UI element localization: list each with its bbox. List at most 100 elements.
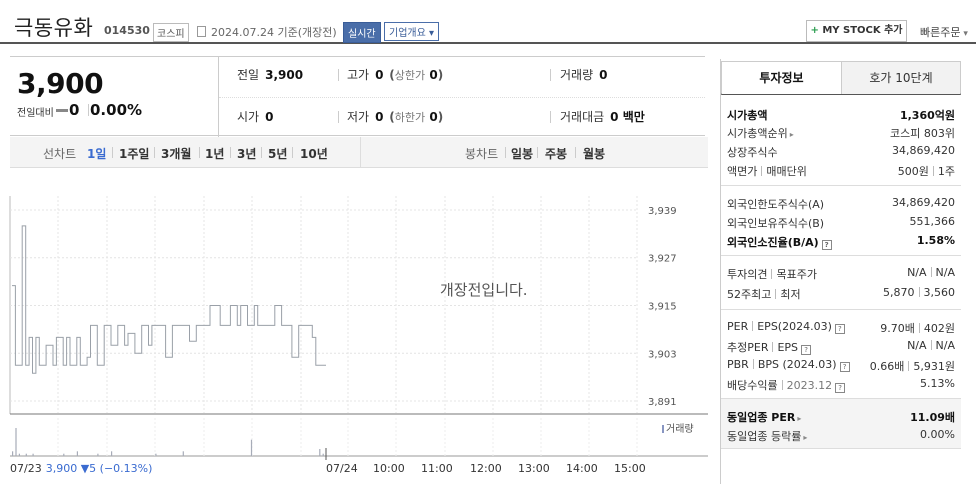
divider — [908, 361, 910, 371]
period-1week[interactable]: 1주일 — [119, 145, 149, 162]
bps-label: BPS (2024.03) — [757, 358, 837, 371]
help-icon[interactable]: ? — [839, 362, 850, 372]
divider — [781, 380, 783, 390]
divider — [752, 321, 754, 331]
x-tick-label: 15:00 — [614, 462, 646, 475]
divider — [930, 267, 932, 277]
trade-value-cell: 거래대금 0 백만 — [560, 108, 645, 125]
market-cap-rank-value: 코스피 803위 — [890, 127, 955, 140]
shares-label: 상장주식수 — [727, 146, 778, 159]
investment-info-panel: 투자정보 호가 10단계 시가총액 1,360억원 시가총액순위 ▸ 코스피 803위… — [720, 59, 961, 484]
y-tick-label: 3,939 — [648, 206, 677, 217]
divider — [505, 147, 506, 158]
company-overview-dropdown[interactable]: 기업개요 ▾ — [384, 22, 440, 41]
period-1day[interactable]: 1일 — [87, 145, 106, 162]
divider — [154, 147, 155, 158]
stock-header: 극동유화 014530 코스피 2024.07.24 기준(개장전) 실시간 기… — [0, 0, 976, 44]
foreign-limit-label: 외국인한도주식수(A) — [727, 198, 825, 211]
volume-bar — [97, 453, 99, 456]
divider — [219, 97, 705, 98]
change-value: 0 — [69, 101, 80, 119]
market-cap-rank-key: 시가총액순위 ▸ — [727, 125, 794, 141]
realtime-button[interactable]: 실시간 — [343, 22, 381, 43]
divider — [932, 166, 934, 176]
period-3year[interactable]: 3년 — [237, 145, 256, 162]
market-cap-value: 1,360억원 — [899, 109, 955, 122]
candle-monthly[interactable]: 월봉 — [583, 145, 605, 162]
high-label: 고가 — [347, 68, 370, 82]
foreign-ratio-key: 외국인소진율(B/A)? — [727, 234, 832, 250]
info-row: 외국인소진율(B/A)? 1.58% — [727, 232, 955, 250]
info-row[interactable]: 동일업종 등락률 ▸ 0.00% — [727, 426, 955, 444]
info-tabs: 투자정보 호가 10단계 — [721, 61, 961, 95]
prev-day-change: ▼5 (−0.13%) — [80, 462, 153, 475]
volume-bar — [32, 453, 34, 456]
info-row[interactable]: 시가총액순위 ▸ 코스피 803위 — [727, 123, 955, 141]
change-label: 전일대비 — [17, 108, 54, 119]
industry-per-key: 동일업종 PER ▸ — [727, 409, 801, 425]
divider — [360, 137, 361, 168]
dividend-value: 5.13% — [920, 377, 955, 390]
dividend-key: 배당수익률 2023.12? — [727, 377, 846, 393]
volume-bar — [155, 453, 157, 456]
info-row: 액면가 매매단위 500원 1주 — [727, 161, 955, 179]
est-eps-label: EPS — [777, 341, 799, 354]
price-chart[interactable]: 3,939 3,927 3,915 3,903 3,891 개장전입니다. 거래량 07… — [0, 168, 710, 484]
divider — [550, 69, 551, 81]
info-row: 상장주식수 34,869,420 — [727, 142, 955, 160]
overview-label: 기업개요 — [389, 28, 426, 39]
divider — [918, 287, 920, 297]
period-5year[interactable]: 5년 — [268, 145, 287, 162]
industry-rate-label: 동일업종 등락률 — [727, 430, 802, 443]
help-icon[interactable]: ? — [801, 345, 812, 355]
period-10year[interactable]: 10년 — [300, 145, 328, 162]
info-row: 투자의견 목표주가 N/A N/A — [727, 264, 955, 282]
info-row: PER EPS(2024.03)? 9.70배 402원 — [727, 318, 955, 336]
lower-limit-label: 하한가 — [394, 111, 426, 124]
help-icon[interactable]: ? — [834, 324, 845, 334]
high52-label: 52주최고 — [727, 288, 772, 301]
chart-canvas: 3,939 3,927 3,915 3,903 3,891 — [9, 196, 708, 460]
tab-investment-info[interactable]: 투자정보 — [722, 62, 842, 94]
candle-daily[interactable]: 일봉 — [511, 145, 533, 162]
tab-order-book[interactable]: 호가 10단계 — [842, 62, 960, 94]
low-value: 0 — [375, 110, 384, 124]
volume-legend-label: 거래량 — [666, 424, 694, 435]
chevron-down-icon: ▾ — [425, 28, 435, 39]
help-icon[interactable]: ? — [821, 240, 832, 250]
bps-value: 5,931원 — [913, 360, 955, 373]
info-row: 52주최고 최저 5,870 3,560 — [727, 284, 955, 302]
low52-label: 최저 — [780, 288, 801, 301]
divider — [88, 104, 89, 116]
quick-order-link[interactable]: 빠른주문 ▾ — [920, 24, 968, 40]
info-row[interactable]: 동일업종 PER ▸ 11.09배 — [727, 407, 955, 425]
y-tick-label: 3,915 — [648, 302, 677, 313]
chevron-down-icon: ▾ — [960, 29, 968, 39]
divider — [575, 147, 576, 158]
info-row: 추정PER EPS? N/A N/A — [727, 337, 955, 355]
market-cap-section: 시가총액 1,360억원 시가총액순위 ▸ 코스피 803위 상장주식수 34,869,… — [721, 101, 961, 186]
candle-weekly[interactable]: 주봉 — [545, 145, 567, 162]
est-per-key: 추정PER EPS? — [727, 339, 812, 355]
pbr-value: 0.66배 5,931원 — [870, 358, 955, 374]
volume-cell: 거래량 0 — [560, 66, 607, 83]
divider — [550, 111, 551, 123]
help-icon[interactable]: ? — [835, 383, 846, 393]
market-badge: 코스피 — [153, 23, 189, 42]
divider — [771, 269, 773, 279]
price-series-line — [12, 225, 326, 374]
divider — [199, 147, 200, 158]
high-cell: 고가 0 (상한가 0) — [347, 66, 443, 83]
x-tick-label: 13:00 — [518, 462, 550, 475]
add-mystock-button[interactable]: + MY STOCK 추가 — [806, 20, 907, 42]
target-value: N/A — [935, 266, 955, 279]
info-row: 시가총액 1,360억원 — [727, 105, 955, 123]
prev-day-close: 3,900 — [45, 462, 78, 475]
period-1year[interactable]: 1년 — [205, 145, 224, 162]
low-cell: 저가 0 (하한가 0) — [347, 108, 443, 125]
open-label: 시가 — [237, 110, 260, 124]
period-3month[interactable]: 3개월 — [161, 145, 191, 162]
chevron-right-icon: ▸ — [789, 130, 794, 139]
quick-order-label: 빠른주문 — [920, 26, 961, 39]
mystock-label: MY STOCK 추가 — [822, 25, 903, 36]
